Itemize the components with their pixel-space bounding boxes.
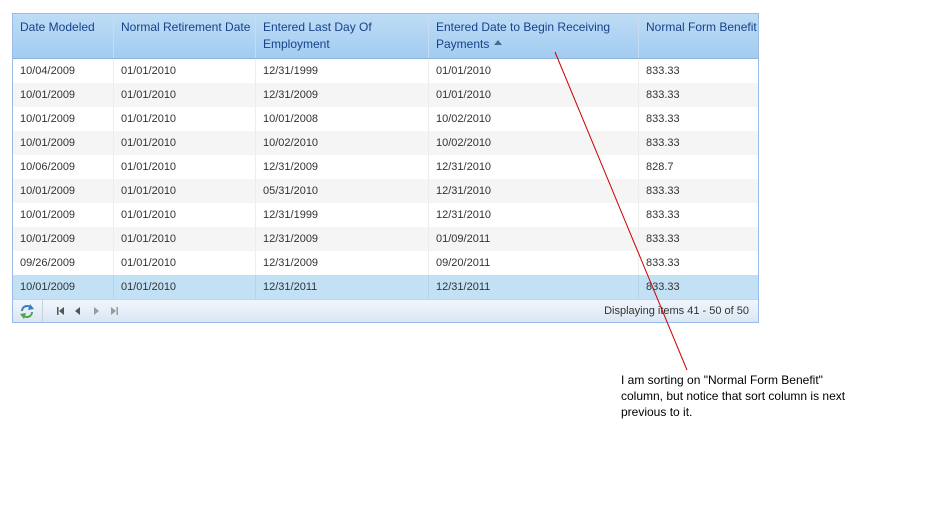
- table-cell: 09/26/2009: [13, 251, 114, 275]
- refresh-icon[interactable]: [18, 303, 36, 320]
- table-cell: 10/01/2009: [13, 107, 114, 131]
- table-cell: 12/31/2011: [256, 275, 429, 299]
- column-header-label: Normal Form Benefit: [646, 20, 757, 34]
- table-cell: 12/31/2010: [429, 203, 639, 227]
- grid-body: 10/04/2009 01/01/2010 12/31/1999 01/01/2010…: [13, 59, 758, 299]
- table-cell: 10/02/2010: [429, 107, 639, 131]
- pager-separator: [42, 300, 43, 322]
- table-cell: 01/01/2010: [114, 107, 256, 131]
- table-cell: 833.33: [646, 281, 680, 293]
- table-cell: 833.33: [646, 113, 680, 125]
- table-cell: 10/01/2009: [13, 179, 114, 203]
- column-header-2[interactable]: Entered Last Day Of Employment: [256, 14, 429, 58]
- first-page-icon[interactable]: [56, 306, 66, 316]
- column-header-label: Date Modeled: [20, 20, 95, 34]
- table-cell: 01/01/2010: [114, 155, 256, 179]
- table-cell: 01/01/2010: [114, 59, 256, 83]
- table-cell: 10/04/2009: [13, 59, 114, 83]
- table-cell: 833.33: [646, 185, 680, 197]
- table-cell: 12/31/2010: [429, 155, 639, 179]
- table-cell: 828.7: [646, 161, 674, 173]
- table-cell: 12/31/1999: [256, 59, 429, 83]
- table-cell: 10/01/2009: [13, 83, 114, 107]
- paging-toolbar: Displaying items 41 - 50 of 50: [13, 299, 758, 322]
- table-cell: 01/01/2010: [114, 83, 256, 107]
- table-row[interactable]: 10/06/2009 01/01/2010 12/31/2009 12/31/2010…: [13, 155, 758, 179]
- table-cell: 833.33: [646, 65, 680, 77]
- table-cell: 10/02/2010: [256, 131, 429, 155]
- column-header-label: Entered Date to Begin Receiving Payments: [436, 20, 611, 51]
- table-cell: 10/06/2009: [13, 155, 114, 179]
- table-row[interactable]: 10/01/2009 01/01/2010 12/31/2009 01/01/2010…: [13, 83, 758, 107]
- table-cell: 833.33: [646, 257, 680, 269]
- table-cell: 12/31/1999: [256, 203, 429, 227]
- table-cell: 01/01/2010: [114, 131, 256, 155]
- table-cell: 12/31/2010: [429, 179, 639, 203]
- table-cell: 12/31/2009: [256, 227, 429, 251]
- last-page-icon[interactable]: [109, 306, 119, 316]
- table-row[interactable]: 10/01/2009 01/01/2010 12/31/1999 12/31/2010…: [13, 203, 758, 227]
- table-cell: 10/01/2009: [13, 275, 114, 299]
- table-cell: 10/01/2009: [13, 227, 114, 251]
- table-cell: 12/31/2009: [256, 83, 429, 107]
- table-row[interactable]: 10/01/2009 01/01/2010 10/01/2008 10/02/2010…: [13, 107, 758, 131]
- table-cell: 01/01/2010: [429, 59, 639, 83]
- table-cell: 01/01/2010: [114, 203, 256, 227]
- table-row[interactable]: 10/01/2009 01/01/2010 05/31/2010 12/31/2010…: [13, 179, 758, 203]
- table-cell: 01/01/2010: [114, 251, 256, 275]
- prev-page-icon[interactable]: [73, 306, 83, 316]
- sort-ascending-icon: [494, 40, 503, 46]
- column-header-0[interactable]: Date Modeled: [13, 14, 114, 58]
- table-cell: 01/09/2011: [429, 227, 639, 251]
- table-cell: 01/01/2010: [114, 179, 256, 203]
- table-cell: 01/01/2010: [429, 83, 639, 107]
- table-row[interactable]: 10/01/2009 01/01/2010 10/02/2010 10/02/2010…: [13, 131, 758, 155]
- column-header-4[interactable]: Normal Form Benefit: [639, 14, 758, 58]
- table-row[interactable]: 10/04/2009 01/01/2010 12/31/1999 01/01/2010…: [13, 59, 758, 83]
- table-cell: 10/01/2009: [13, 203, 114, 227]
- column-header-3[interactable]: Entered Date to Begin Receiving Payments: [429, 14, 639, 58]
- grid-header: Date Modeled Normal Retirement Date Entere…: [13, 14, 758, 59]
- table-row[interactable]: 10/01/2009 01/01/2010 12/31/2011 12/31/2011…: [13, 275, 758, 299]
- table-cell: 09/20/2011: [429, 251, 639, 275]
- table-cell: 833.33: [646, 209, 680, 221]
- pager-status: Displaying items 41 - 50 of 50: [604, 305, 749, 317]
- column-header-label: Normal Retirement Date: [121, 20, 251, 34]
- next-page-icon[interactable]: [91, 306, 101, 316]
- table-cell: 833.33: [646, 89, 680, 101]
- table-cell: 10/02/2010: [429, 131, 639, 155]
- table-cell: 833.33: [646, 233, 680, 245]
- table-row[interactable]: 09/26/2009 01/01/2010 12/31/2009 09/20/2011…: [13, 251, 758, 275]
- table-cell: 01/01/2010: [114, 275, 256, 299]
- table-cell: 833.33: [646, 137, 680, 149]
- table-cell: 10/01/2009: [13, 131, 114, 155]
- table-row[interactable]: 10/01/2009 01/01/2010 12/31/2009 01/09/2011…: [13, 227, 758, 251]
- annotation-note: I am sorting on "Normal Form Benefit" co…: [621, 373, 846, 419]
- data-grid: Date Modeled Normal Retirement Date Entere…: [12, 13, 759, 323]
- table-cell: 01/01/2010: [114, 227, 256, 251]
- column-header-label: Entered Last Day Of Employment: [263, 20, 372, 51]
- table-cell: 12/31/2009: [256, 155, 429, 179]
- column-header-1[interactable]: Normal Retirement Date: [114, 14, 256, 58]
- table-cell: 12/31/2009: [256, 251, 429, 275]
- table-cell: 05/31/2010: [256, 179, 429, 203]
- table-cell: 10/01/2008: [256, 107, 429, 131]
- table-cell: 12/31/2011: [429, 275, 639, 299]
